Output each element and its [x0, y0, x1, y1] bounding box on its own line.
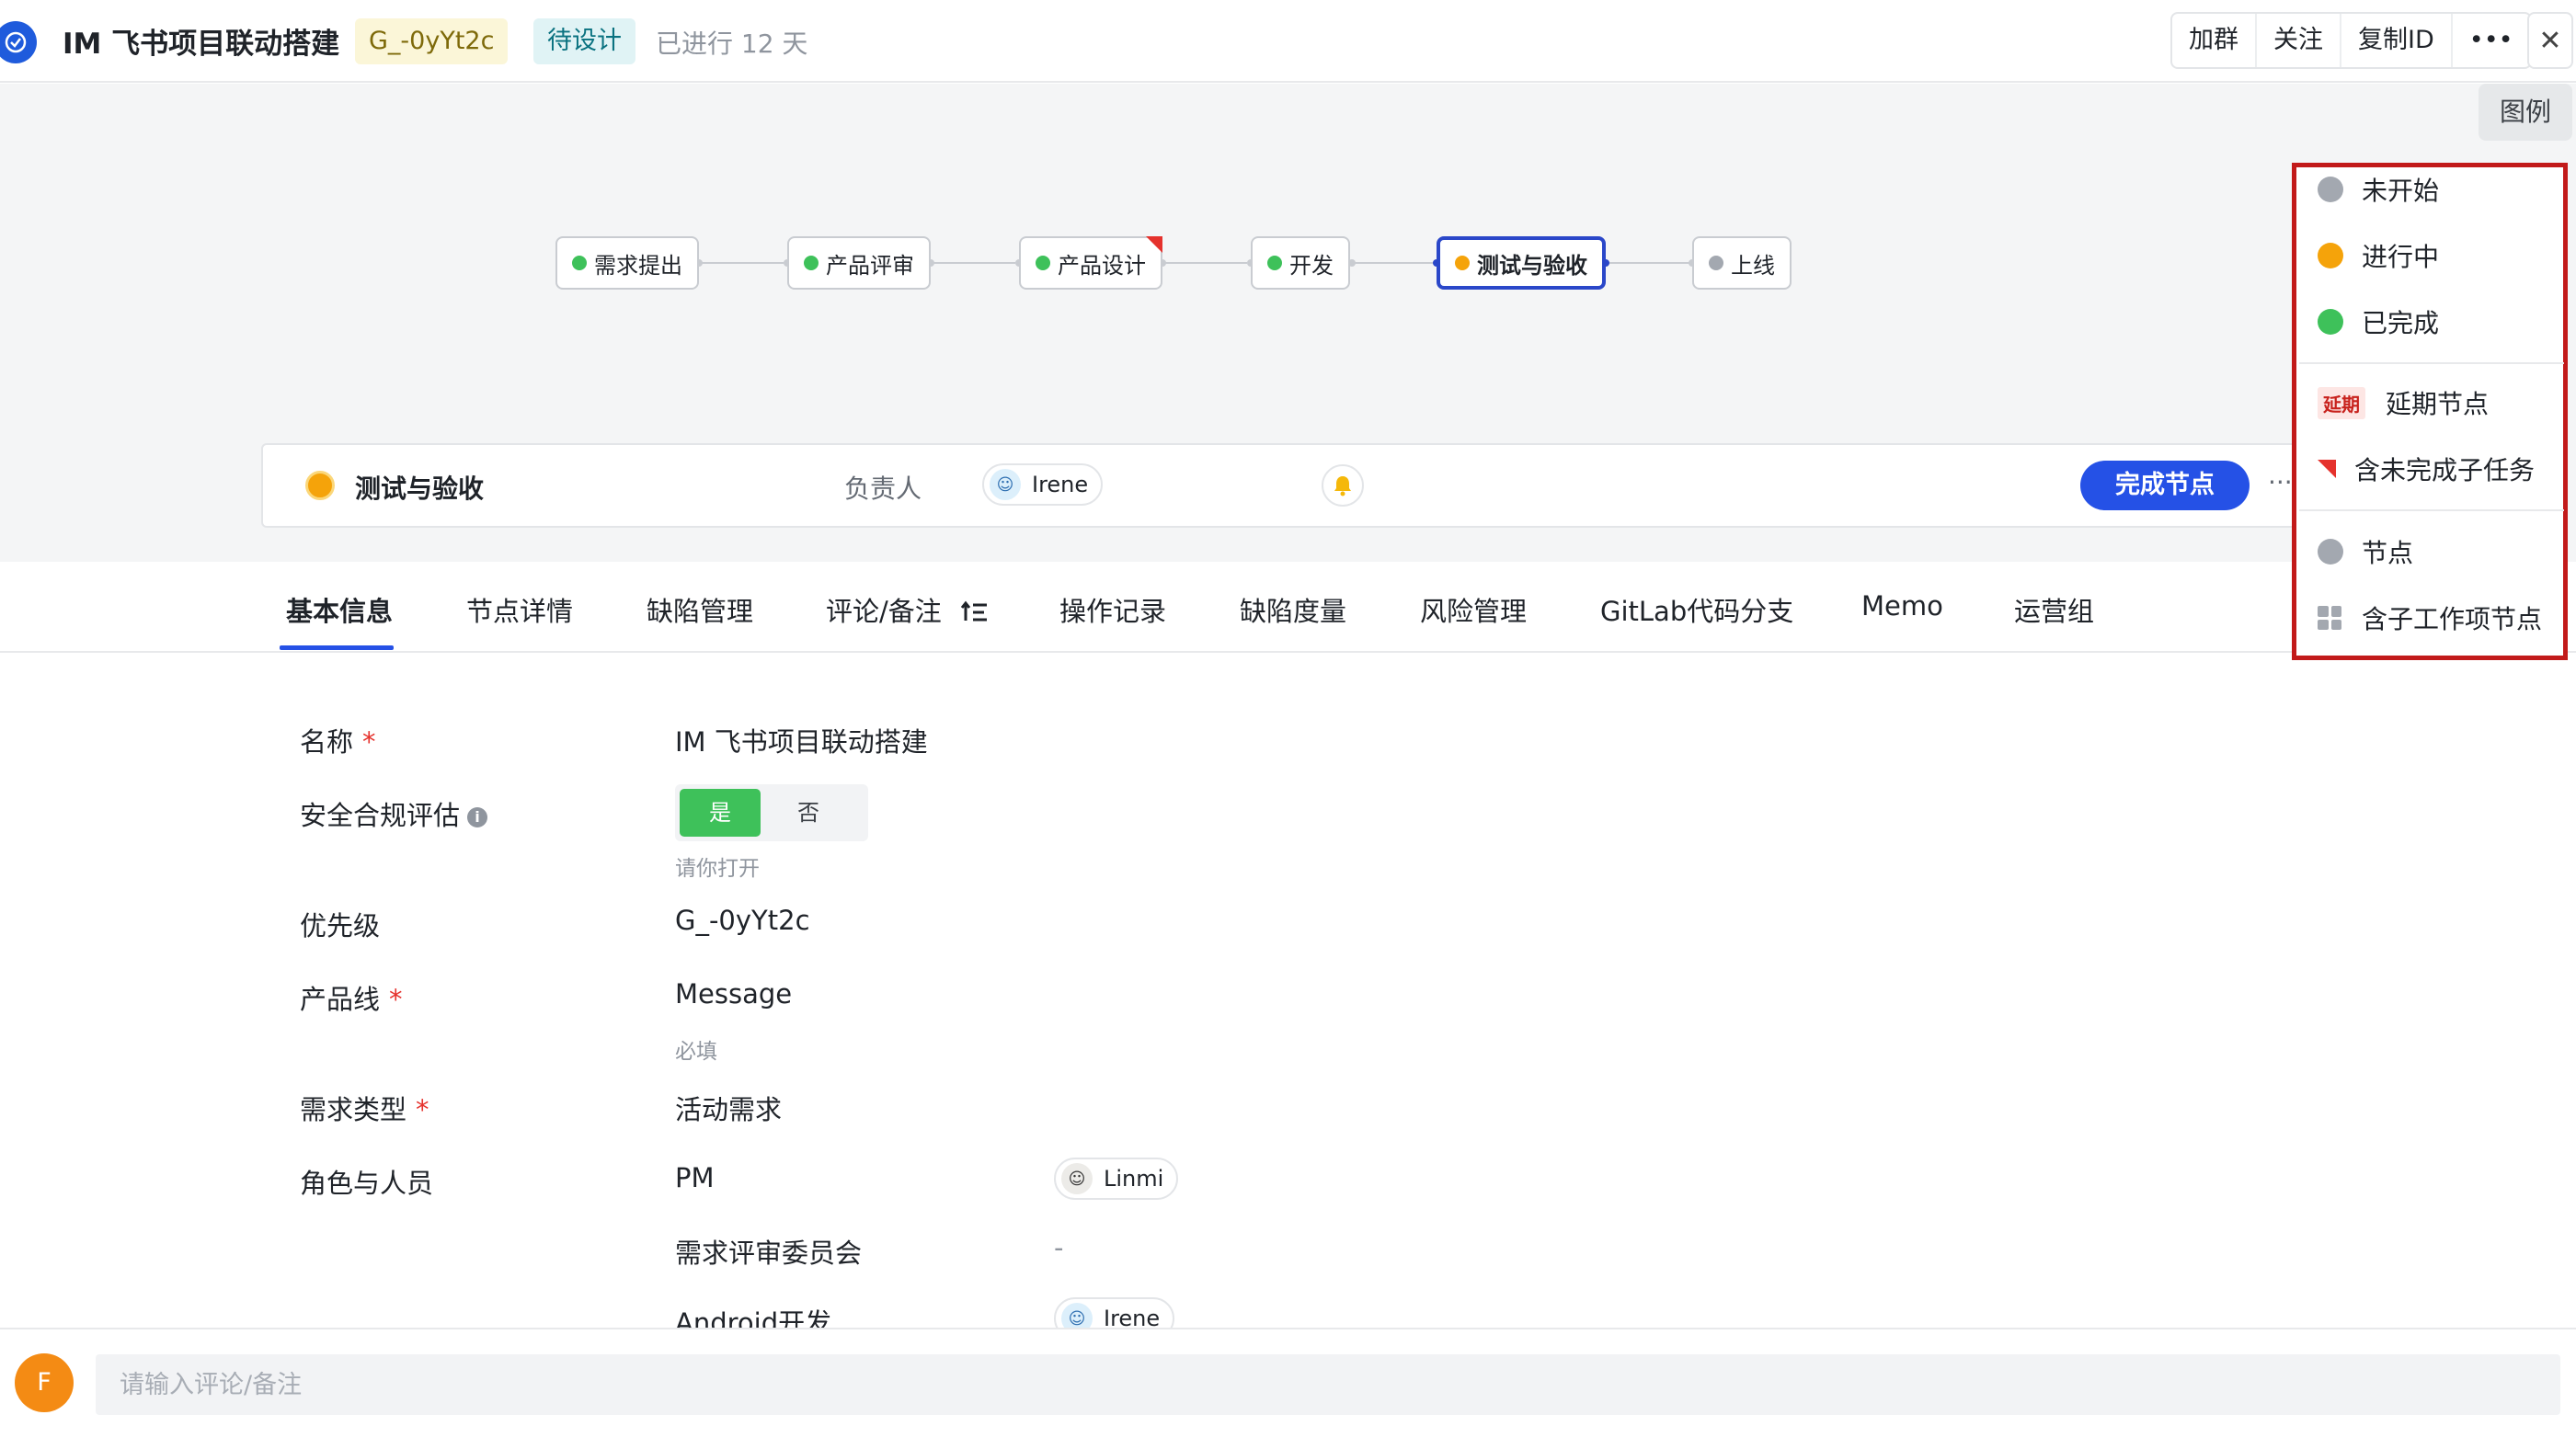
tab-basic-info[interactable]: 基本信息	[286, 590, 393, 629]
header-actions: 加群 关注 复制ID •••	[2170, 12, 2532, 69]
flow-node-launch[interactable]: 上线	[1692, 236, 1792, 290]
tab-comments-label: 评论/备注	[826, 596, 942, 627]
active-tab-indicator	[280, 645, 394, 650]
flow-node-label: 上线	[1731, 252, 1775, 279]
flow-node-label: 产品设计	[1058, 252, 1146, 279]
flow-node-product-design[interactable]: 产品设计	[1019, 236, 1162, 290]
bell-icon[interactable]	[1322, 464, 1364, 507]
field-label-roles: 角色与人员	[300, 1168, 434, 1199]
tab-gitlab-branch[interactable]: GitLab代码分支	[1600, 590, 1793, 629]
product-line-hint: 必填	[675, 1040, 717, 1064]
status-tag[interactable]: 待设计	[533, 18, 635, 64]
red-corner-flag-icon	[2318, 460, 2336, 478]
elapsed-days: 已进行 12 天	[656, 29, 808, 59]
tab-node-details[interactable]: 节点详情	[466, 590, 573, 629]
copy-id-button[interactable]: 复制ID	[2341, 14, 2453, 67]
legend-divider	[2299, 509, 2564, 511]
owner-name: Irene	[1032, 472, 1089, 497]
delay-badge: 延期	[2318, 386, 2365, 419]
tab-operation-log[interactable]: 操作记录	[1059, 590, 1166, 629]
complete-node-button[interactable]: 完成节点	[2080, 461, 2250, 510]
flow-connector	[1606, 262, 1690, 264]
flow-node-development[interactable]: 开发	[1251, 236, 1350, 290]
divider	[0, 1328, 2576, 1329]
close-icon[interactable]: ✕	[2527, 12, 2573, 69]
legend-completed: 已完成	[2318, 303, 2439, 340]
flow-connector	[1162, 262, 1247, 264]
flow-node-product-review[interactable]: 产品评审	[787, 236, 931, 290]
grid-icon	[2318, 606, 2341, 630]
role-name-review-committee: 需求评审委员会	[675, 1238, 863, 1269]
tab-defect-management[interactable]: 缺陷管理	[647, 590, 753, 629]
status-dot	[1455, 256, 1470, 270]
person-empty[interactable]: -	[1054, 1232, 1063, 1263]
field-label-name: 名称 *	[300, 726, 376, 758]
field-label-product-line: 产品线 *	[300, 984, 403, 1015]
avatar: ☺	[990, 469, 1021, 500]
flow-node-label: 需求提出	[594, 252, 682, 279]
completed-dot-icon	[2318, 309, 2343, 335]
owner-chip[interactable]: ☺ Irene	[982, 463, 1104, 506]
current-node-name: 测试与验收	[355, 473, 485, 504]
not-started-dot-icon	[2318, 177, 2343, 202]
flow-connector	[699, 262, 784, 264]
status-dot	[572, 256, 587, 270]
security-yes-option[interactable]: 是	[680, 789, 761, 837]
role-name-pm: PM	[675, 1162, 715, 1193]
field-value-name[interactable]: IM 飞书项目联动搭建	[675, 721, 928, 759]
in-progress-dot-icon	[2318, 243, 2343, 268]
status-dot	[804, 256, 819, 270]
status-dot	[1036, 256, 1050, 270]
legend-not-started: 未开始	[2318, 171, 2439, 208]
field-value-requirement-type[interactable]: 活动需求	[675, 1089, 782, 1127]
field-label-requirement-type: 需求类型 *	[300, 1094, 429, 1125]
legend-delayed-node: 延期 延期节点	[2318, 384, 2489, 421]
tab-comments[interactable]: 评论/备注	[826, 590, 989, 629]
person-chip-pm[interactable]: ☺ Linmi	[1054, 1158, 1179, 1200]
legend-divider	[2299, 362, 2564, 364]
field-value-priority[interactable]: G_-0yYt2c	[675, 905, 810, 936]
flow-node-label: 测试与验收	[1477, 252, 1587, 279]
owner-label: 负责人	[844, 473, 922, 504]
flow-connector	[1350, 262, 1437, 264]
join-group-button[interactable]: 加群	[2172, 14, 2257, 67]
security-toggle: 是 否	[675, 784, 868, 841]
legend-in-progress: 进行中	[2318, 237, 2439, 274]
legend-sub-work-item-node: 含子工作项节点	[2318, 599, 2542, 636]
person-name: Linmi	[1104, 1166, 1164, 1192]
tab-risk-management[interactable]: 风险管理	[1420, 590, 1527, 629]
flow-node-testing[interactable]: 测试与验收	[1437, 236, 1606, 290]
comment-input[interactable]	[96, 1354, 2560, 1415]
follow-button[interactable]: 关注	[2257, 14, 2341, 67]
more-icon[interactable]: •••	[2453, 14, 2530, 67]
id-tag: G_-0yYt2c	[355, 18, 509, 64]
sort-icon[interactable]	[960, 600, 989, 624]
legend-button[interactable]: 图例	[2479, 84, 2572, 141]
flow-node-label: 开发	[1289, 252, 1334, 279]
legend-node: 节点	[2318, 533, 2413, 570]
node-dot-icon	[2318, 539, 2343, 565]
security-hint: 请你打开	[675, 857, 760, 881]
status-dot	[1267, 256, 1282, 270]
field-value-product-line[interactable]: Message	[675, 978, 792, 1010]
avatar: ☺	[1061, 1163, 1093, 1194]
legend-unfinished-subtask: 含未完成子任务	[2318, 451, 2535, 487]
node-more-icon[interactable]: ···	[2268, 467, 2293, 497]
flow-node-requirement[interactable]: 需求提出	[555, 236, 699, 290]
field-label-priority: 优先级	[300, 910, 381, 941]
flow-connector	[931, 262, 1015, 264]
unfinished-subtask-flag-icon	[1146, 236, 1162, 253]
tab-memo[interactable]: Memo	[1861, 590, 1943, 622]
page-title: IM 飞书项目联动搭建	[63, 28, 340, 61]
security-no-option[interactable]: 否	[761, 789, 856, 837]
tab-ops-group[interactable]: 运营组	[2014, 590, 2094, 629]
info-icon[interactable]: i	[467, 807, 488, 827]
current-user-avatar[interactable]: F	[15, 1353, 74, 1412]
status-dot	[1709, 256, 1723, 270]
tab-defect-metrics[interactable]: 缺陷度量	[1240, 590, 1346, 629]
flow-node-label: 产品评审	[826, 252, 914, 279]
field-label-security: 安全合规评估 i	[300, 794, 488, 833]
in-progress-status-dot	[305, 471, 335, 500]
